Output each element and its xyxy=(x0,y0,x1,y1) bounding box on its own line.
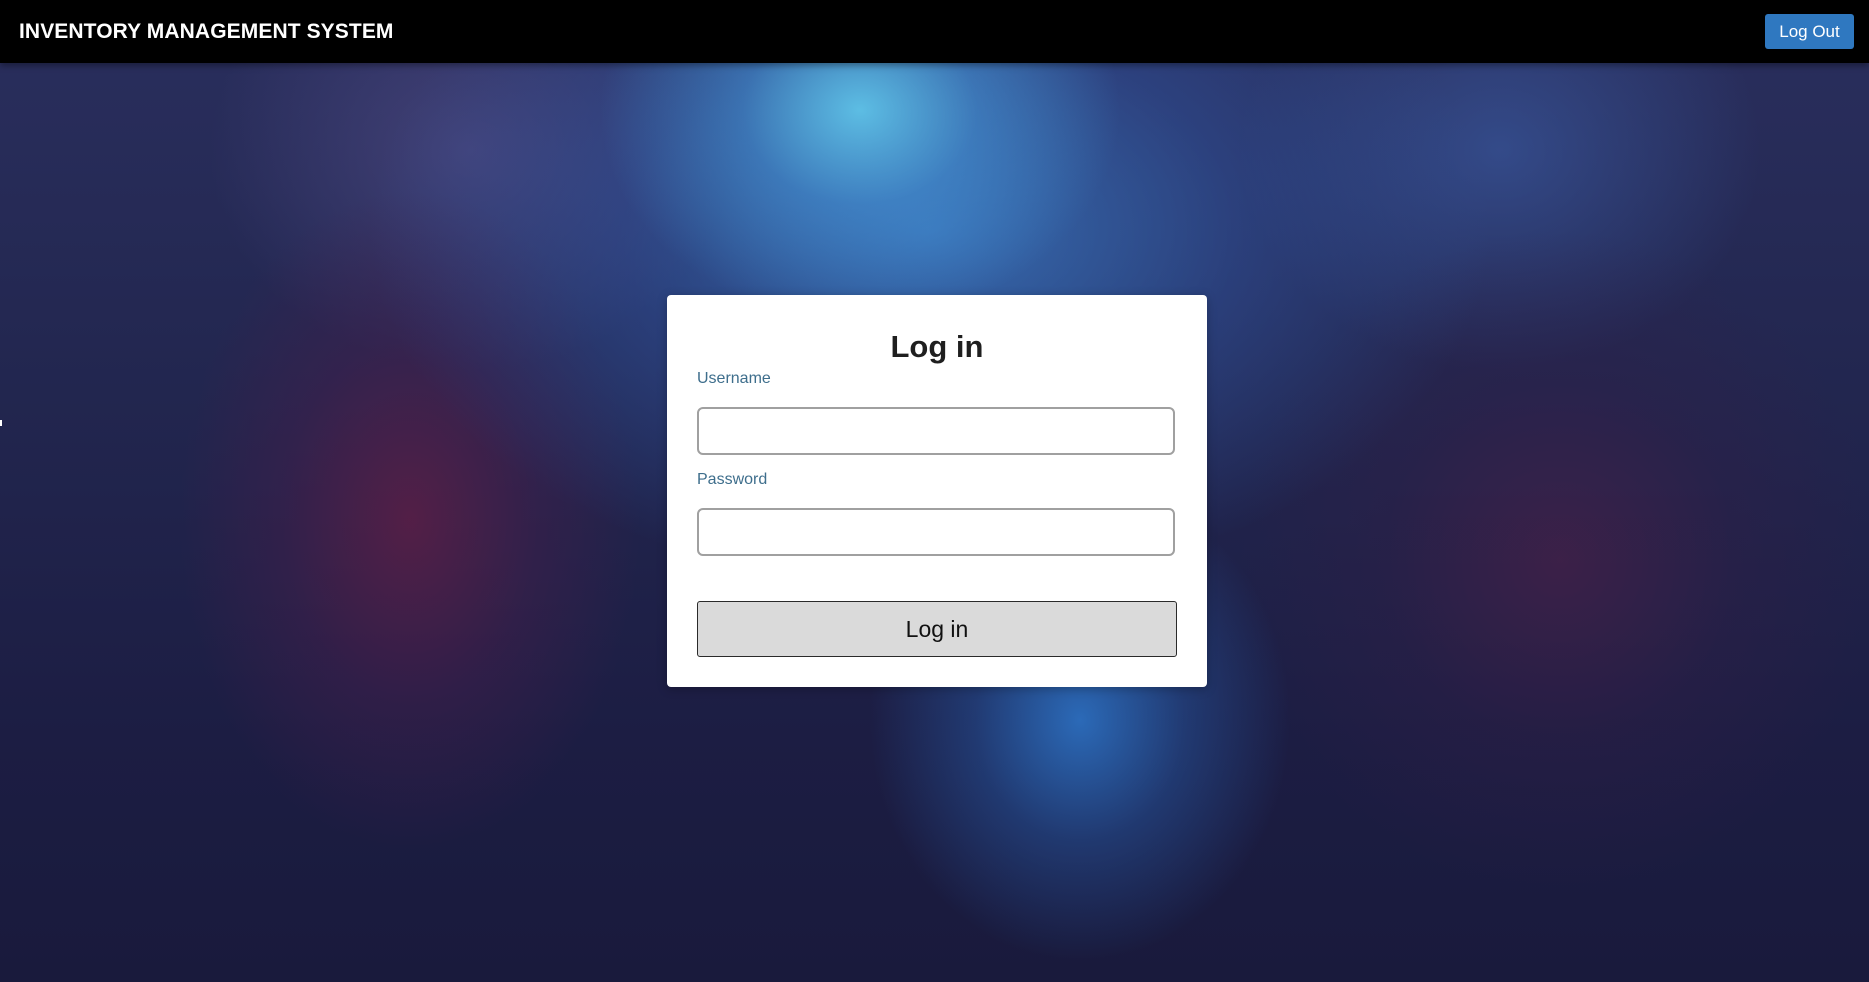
edge-marker xyxy=(0,420,2,426)
app-title: INVENTORY MANAGEMENT SYSTEM xyxy=(19,20,394,43)
password-input[interactable] xyxy=(697,508,1175,556)
username-input[interactable] xyxy=(697,407,1175,455)
password-label: Password xyxy=(697,471,768,488)
login-title: Log in xyxy=(890,329,984,364)
top-navbar: INVENTORY MANAGEMENT SYSTEM Log Out xyxy=(0,0,1869,63)
login-submit-button[interactable]: Log in xyxy=(697,601,1177,657)
logout-button[interactable]: Log Out xyxy=(1765,14,1854,49)
username-label: Username xyxy=(697,370,771,387)
